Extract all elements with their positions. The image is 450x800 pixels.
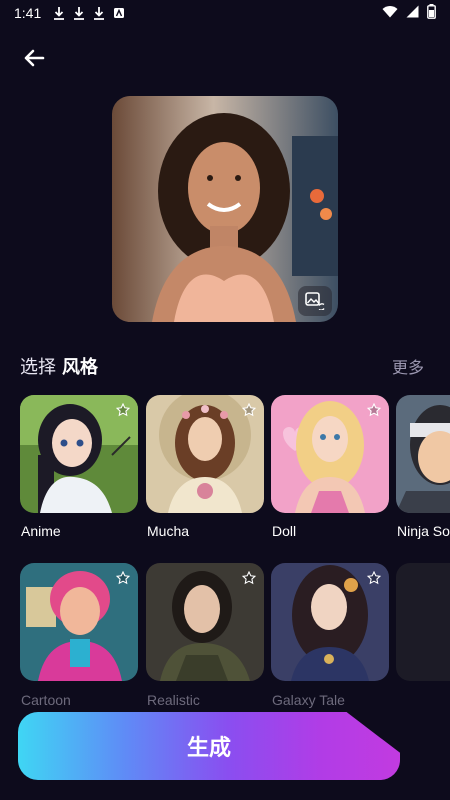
battery-icon <box>427 3 436 23</box>
section-title-prefix: 选择 <box>20 357 56 378</box>
star-icon[interactable] <box>114 569 132 587</box>
style-label-realistic: Realistic <box>147 692 200 708</box>
section-title-bold: 风格 <box>62 357 98 378</box>
style-card-realistic[interactable] <box>146 563 264 681</box>
back-button[interactable] <box>18 44 50 72</box>
style-card-mucha[interactable] <box>146 395 264 513</box>
wifi-icon <box>382 5 398 22</box>
status-time: 1:41 <box>14 5 42 21</box>
arrow-left-icon <box>24 49 45 67</box>
style-card-galaxy-tale[interactable] <box>271 563 389 681</box>
style-section-header: 选择 风格 更多 <box>20 352 424 380</box>
style-card-doll[interactable] <box>271 395 389 513</box>
style-label-galaxy-tale: Galaxy Tale <box>272 692 345 708</box>
app-icon <box>113 6 125 20</box>
download-icon <box>53 6 65 20</box>
style-label-anime: Anime <box>21 523 61 539</box>
star-icon[interactable] <box>240 569 258 587</box>
style-card-cartoon[interactable] <box>20 563 138 681</box>
download-icon <box>73 6 85 20</box>
generate-button-label: 生成 <box>186 736 231 761</box>
generate-button[interactable]: 生成 <box>18 712 400 780</box>
star-icon[interactable] <box>114 401 132 419</box>
more-styles-link[interactable]: 更多 <box>392 354 424 378</box>
uploaded-portrait[interactable] <box>112 96 338 322</box>
star-icon[interactable] <box>365 569 383 587</box>
signal-icon <box>406 5 419 22</box>
style-card-ninja[interactable] <box>396 395 450 513</box>
status-bar: 1:41 <box>0 0 450 26</box>
style-label-mucha: Mucha <box>147 523 190 539</box>
style-card-more[interactable] <box>396 563 450 681</box>
download-icon <box>93 6 105 20</box>
ninja-thumbnail <box>396 395 450 513</box>
style-label-ninja: Ninja So <box>397 523 450 539</box>
star-icon[interactable] <box>365 401 383 419</box>
style-label-cartoon: Cartoon <box>21 692 71 708</box>
style-label-doll: Doll <box>272 523 297 539</box>
star-icon[interactable] <box>240 401 258 419</box>
style-card-anime[interactable] <box>20 395 138 513</box>
section-title: 选择 风格 <box>20 353 98 379</box>
image-swap-icon <box>305 292 325 310</box>
replace-photo-button[interactable] <box>298 286 332 316</box>
